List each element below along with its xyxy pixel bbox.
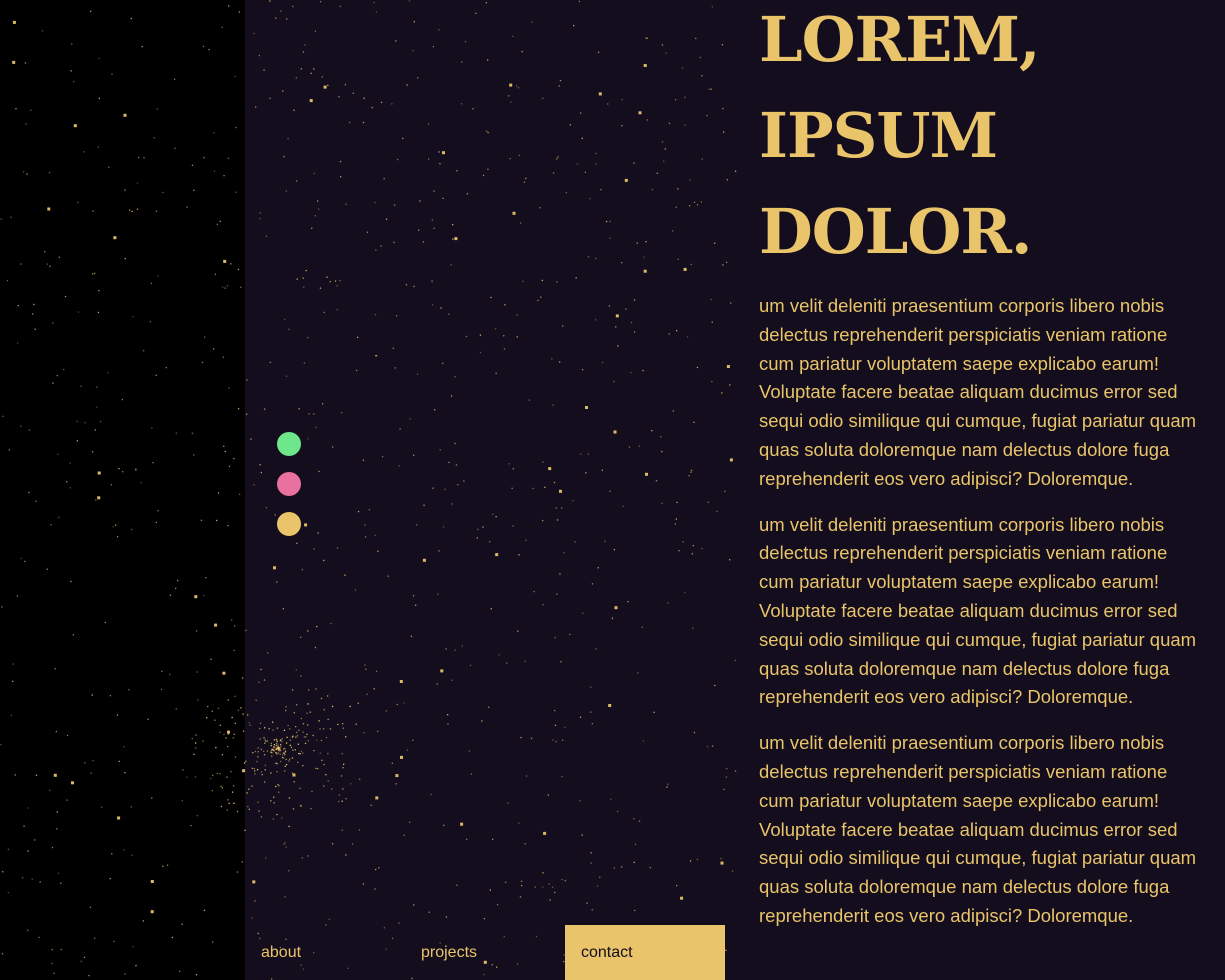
title-line-2: IPSUM — [759, 99, 998, 172]
theme-dot-pink[interactable] — [277, 472, 301, 496]
theme-dot-green[interactable] — [277, 432, 301, 456]
theme-dot-yellow[interactable] — [277, 512, 301, 536]
page: LOREM, IPSUM DOLOR. um velit deleniti pr… — [0, 0, 1225, 980]
left-starfield-panel — [0, 0, 245, 980]
page-title: LOREM, IPSUM DOLOR. — [759, 0, 1199, 280]
nav-contact[interactable]: contact — [565, 925, 725, 980]
nav-about[interactable]: about — [245, 925, 405, 980]
body-text: um velit deleniti praesentium corporis l… — [759, 292, 1199, 931]
content-column: LOREM, IPSUM DOLOR. um velit deleniti pr… — [759, 0, 1199, 948]
paragraph: um velit deleniti praesentium corporis l… — [759, 295, 1197, 489]
nav-projects[interactable]: projects — [405, 925, 565, 980]
paragraph: um velit deleniti praesentium corporis l… — [759, 513, 1197, 708]
paragraph: um velit deleniti praesentium corporis l… — [759, 732, 1197, 926]
bottom-nav: about projects contact — [245, 925, 725, 980]
title-line-3: DOLOR. — [759, 195, 1033, 268]
title-line-1: LOREM, — [759, 3, 1041, 76]
